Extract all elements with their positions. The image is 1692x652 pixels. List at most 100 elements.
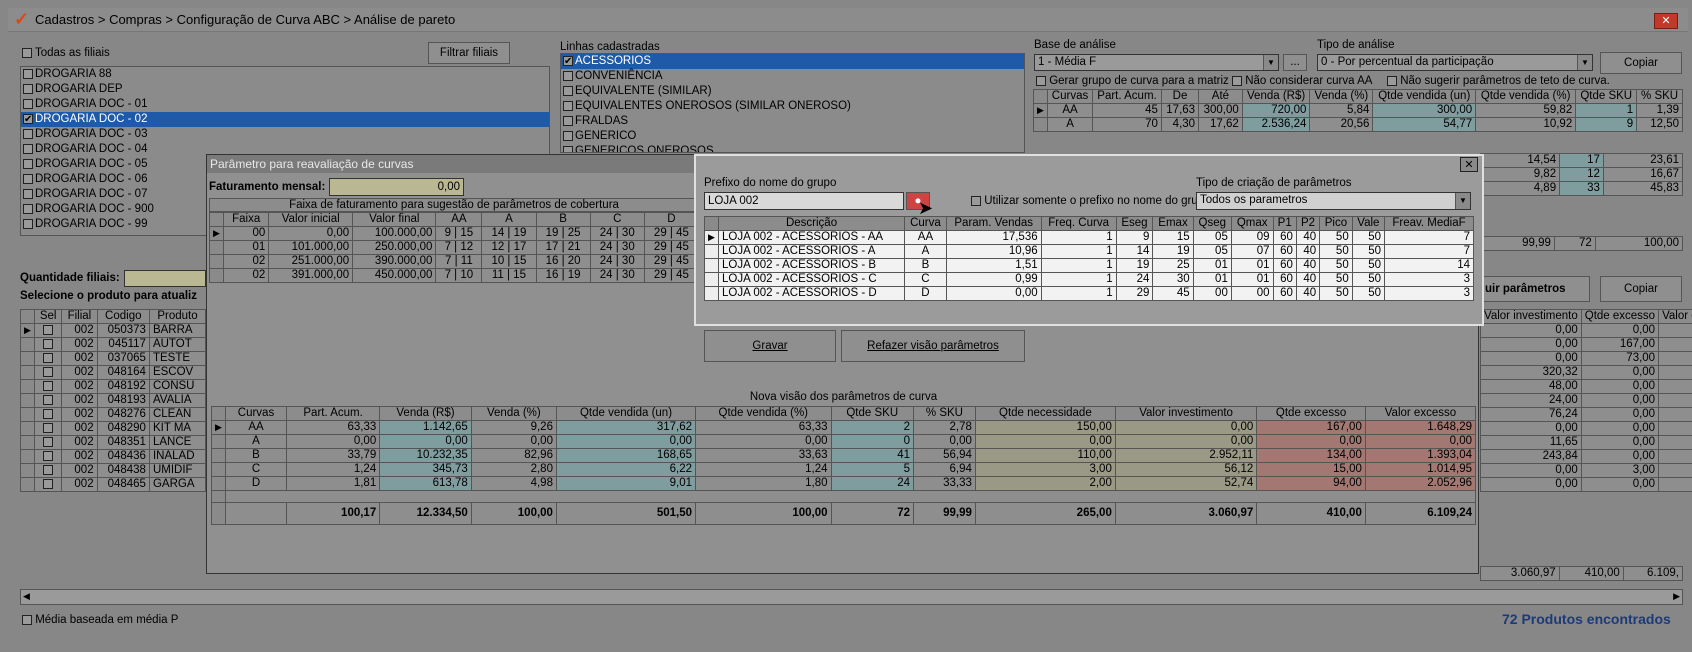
table-row[interactable]: C 1,24 345,73 2,80 6,22 1,24 5 6,94 3,00 56,12 15,… [211,462,1477,477]
horizontal-scrollbar[interactable]: ◀ ▶ [20,589,1683,605]
table-row[interactable]: 002 048436 INALAD [20,449,207,464]
table-cell: 20,56 [1309,117,1374,132]
checkbox-icon [563,116,573,126]
table-row[interactable]: LOJA 002 - ACESSORIOS - A A 10,96 1 14 19 05 07… [704,244,1474,259]
scroll-left-icon[interactable]: ◀ [23,591,30,602]
table-cell: 10,92 [1475,117,1577,132]
table-row[interactable]: 002 048192 CONSU [20,379,207,394]
nova-visao-table[interactable]: Curvas Part. Acum. Venda (R$) Venda (%) Qtde… [211,406,1477,525]
copiar-button-2[interactable]: Copiar [1600,276,1682,302]
table-row[interactable]: 002 048465 GARGA [20,477,207,492]
nao-considerar-checkbox[interactable]: Não considerar curva AA [1232,75,1372,87]
select-checkbox[interactable] [33,407,63,422]
table-row[interactable]: LOJA 002 - ACESSORIOS - C C 0,99 1 24 30 01 01 6… [704,272,1474,287]
table-cell: 14 | 19 [481,226,537,241]
select-checkbox[interactable] [33,323,63,338]
table-row[interactable]: ▶ 00 0,00 100.000,00 9 | 15 14 | 19 19 | 25 24 … [209,226,700,241]
tipo-select[interactable]: 0 - Por percentual da participação ▼ [1317,54,1593,71]
base-more-button[interactable]: ... [1283,54,1307,71]
table-cell: 613,78 [379,476,472,491]
table-row[interactable]: D 1,81 613,78 4,98 9,01 1,80 24 33,33 2,00 52,74 9… [211,476,1477,491]
table-row[interactable]: 002 048351 LANCE [20,435,207,450]
table-row[interactable]: ▶ LOJA 002 - ACESSORIOS - AA AA 17,536 1 9 15 0… [704,230,1474,245]
linha-item[interactable]: EQUIVALENTES ONEROSOS (SIMILAR ONEROSO) [561,99,1024,114]
linha-item[interactable]: GENERICO [561,129,1024,144]
table-row[interactable]: 002 048164 ESCOV [20,365,207,380]
table-row[interactable]: ▶ 002 050373 BARRA [20,323,207,338]
filial-item[interactable]: DROGARIA 88 [21,67,549,82]
base-select[interactable]: 1 - Média F ▼ [1034,54,1279,71]
media-checkbox[interactable]: Média baseada em média P [22,614,178,626]
select-checkbox[interactable] [33,421,63,436]
table-row[interactable]: 002 045117 AUTOT [20,337,207,352]
refazer-button[interactable]: Refazer visão parâmetros [841,330,1025,362]
select-checkbox[interactable] [33,449,63,464]
analise-table[interactable]: Curvas Part. Acum. De Até Venda (R$) Venda (%… [1033,89,1683,132]
linhas-label: Linhas cadastradas [560,41,660,53]
table-row[interactable]: A 0,00 0,00 0,00 0,00 0,00 0 0,00 0,00 0,00 0,00 0,… [211,434,1477,449]
column-header: De [1160,89,1200,104]
nao-sugerir-checkbox[interactable]: Não sugerir parâmetros de teto de curva. [1387,75,1610,87]
filtrar-filiais-button[interactable]: Filtrar filiais [428,42,510,64]
linha-item[interactable]: EQUIVALENTE (SIMILAR) [561,84,1024,99]
filial-item[interactable]: DROGARIA DOC - 02 [21,112,549,127]
select-checkbox[interactable] [33,435,63,450]
table-row[interactable]: 002 048290 KIT MA [20,421,207,436]
table-row[interactable]: 002 048438 UMIDIF [20,463,207,478]
linha-item[interactable]: GENERICOS ONEROSOS [561,144,1024,152]
table-cell: 59,82 [1475,103,1577,118]
row-indicator [20,421,35,436]
grupo-dialog: ✕ Prefixo do nome do grupo LOJA 002 ● Ut… [694,154,1484,326]
filial-item[interactable]: DROGARIA DOC - 03 [21,127,549,142]
table-row[interactable]: ▶ AA 45 17,63 300,00 720,00 5,84 300,00 59,82 1 1,… [1033,103,1683,118]
select-checkbox[interactable] [33,365,63,380]
todas-filiais-checkbox[interactable]: Todas as filiais [22,47,110,59]
faturamento-input[interactable]: 0,00 [329,178,464,196]
table-row[interactable]: 002 048276 CLEAN [20,407,207,422]
table-row[interactable]: A 70 4,30 17,62 2.536,24 20,56 54,77 10,92 9 12,5… [1033,117,1683,132]
gerar-parametros-button[interactable]: uir parâmetros [1480,276,1590,302]
table-row[interactable]: 002 048193 AVALIA [20,393,207,408]
select-checkbox[interactable] [33,477,63,492]
table-row[interactable]: LOJA 002 - ACESSORIOS - B B 1,51 1 19 25 01 01 6… [704,258,1474,273]
prefix-input[interactable]: LOJA 002 [704,192,904,210]
table-row[interactable]: 02 391.000,00 450.000,00 7 | 10 11 | 15 16 | … [209,268,700,283]
select-checkbox[interactable] [33,393,63,408]
select-checkbox[interactable] [33,379,63,394]
table-row: 0,00167,001.648 [1480,337,1692,352]
linha-item[interactable]: FRALDAS [561,114,1024,129]
table-row[interactable]: B 33,79 10.232,35 82,96 168,65 33,63 41 56,94 11… [211,448,1477,463]
qtd-filiais-label: Quantidade filiais: [20,272,120,284]
filial-item[interactable]: DROGARIA DEP [21,82,549,97]
total-cell: 6.109,24 [1364,502,1477,525]
linha-item[interactable]: ACESSORIOS [561,54,1024,69]
table-cell: 048351 [96,435,150,450]
table-row[interactable]: 01 101.000,00 250.000,00 7 | 12 12 | 17 17 | … [209,240,700,255]
grupo-table[interactable]: Descrição Curva Param. Vendas Freq. Curva Es… [704,216,1474,301]
select-checkbox[interactable] [33,337,63,352]
tipo-criacao-select[interactable]: Todos os parametros ▼ [1196,192,1471,210]
gerar-checkbox[interactable]: Gerar grupo de curva para a matriz [1036,75,1229,87]
select-checkbox[interactable] [33,351,63,366]
table-row[interactable]: 02 251.000,00 390.000,00 7 | 11 10 | 15 16 | … [209,254,700,269]
row-indicator-header [20,309,35,324]
linha-item[interactable]: CONVENIÊNCIA [561,69,1024,84]
linhas-list[interactable]: ACESSORIOSCONVENIÊNCIAEQUIVALENTE (SIMIL… [560,53,1025,153]
table-row[interactable]: ▶ AA 63,33 1.142,65 9,26 317,62 63,33 2 2,78 150,… [211,420,1477,435]
column-header: Descrição [717,216,906,231]
faturamento-label: Faturamento mensal: [209,181,326,193]
scroll-right-icon[interactable]: ▶ [1673,591,1680,602]
faixa-table[interactable]: Faixa Valor inicial Valor final AA A B C D ▶ 00 0,… [209,212,700,283]
select-checkbox[interactable] [33,463,63,478]
copiar-button[interactable]: Copiar [1600,52,1682,74]
qtd-filiais-field [124,270,206,287]
filial-item[interactable]: DROGARIA DOC - 01 [21,97,549,112]
table-row[interactable]: 002 037065 TESTE [20,351,207,366]
gravar-button[interactable]: Gravar [704,330,836,362]
table-row[interactable]: LOJA 002 - ACESSORIOS - D D 0,00 1 29 45 00 00 6… [704,286,1474,301]
close-button[interactable]: ✕ [1654,13,1678,29]
use-prefix-checkbox[interactable]: Utilizar somente o prefixo no nome do gr… [971,195,1211,207]
table-cell: 17,63 [1160,103,1200,118]
dialog-close-button[interactable]: ✕ [1460,157,1478,172]
produtos-table[interactable]: Sel Filial Codigo Produto ▶ 002 050373 BARRA 002… [20,309,207,492]
